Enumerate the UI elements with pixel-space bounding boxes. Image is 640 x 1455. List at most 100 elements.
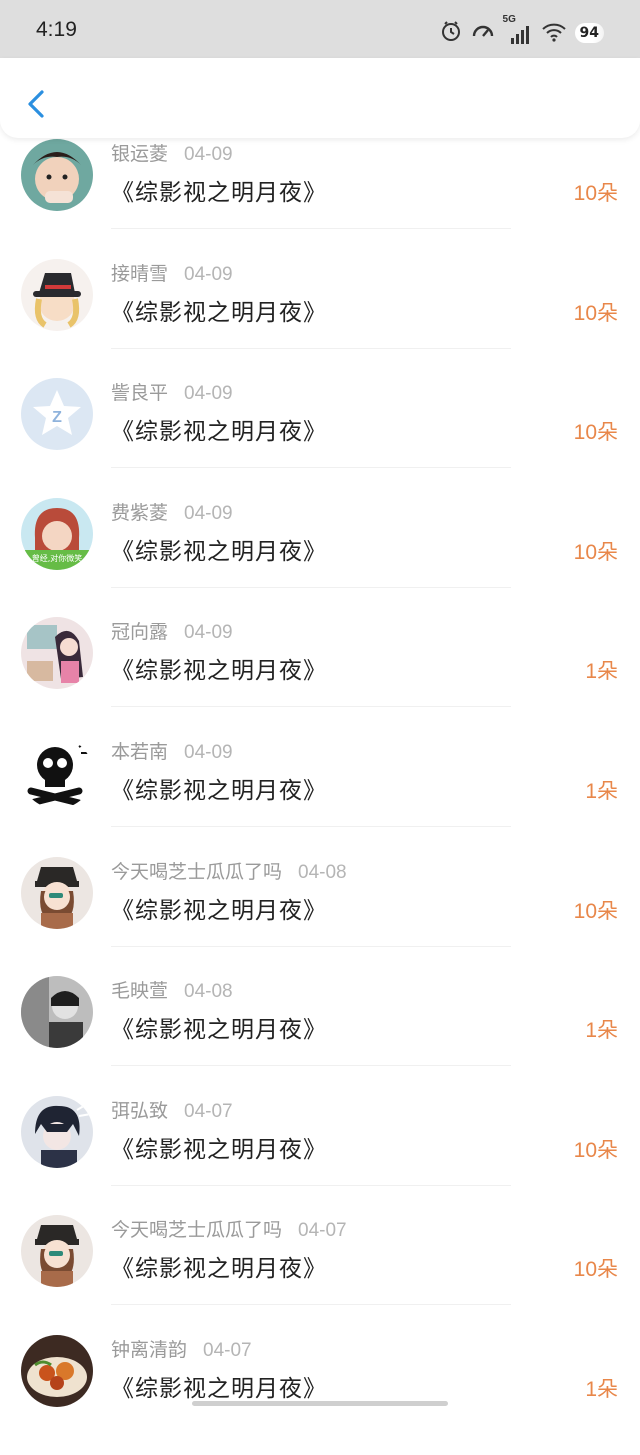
book-title[interactable]: 《综影视之明月夜》 xyxy=(111,1249,327,1283)
back-button[interactable] xyxy=(22,84,52,124)
reward-date: 04-07 xyxy=(203,1339,252,1361)
sender-name[interactable]: 今天喝芝士瓜瓜了吗 xyxy=(111,861,282,883)
divider xyxy=(111,467,511,469)
flower-amount: 1朵 xyxy=(585,1377,618,1401)
sender-name[interactable]: 银运菱 xyxy=(111,143,168,165)
home-indicator[interactable] xyxy=(192,1401,448,1406)
avatar[interactable] xyxy=(21,617,93,690)
book-title[interactable]: 《综影视之明月夜》 xyxy=(111,651,327,685)
reward-date: 04-09 xyxy=(184,263,233,285)
sender-line: 本若南 04-09 xyxy=(111,737,233,764)
list-item[interactable]: 今天喝芝士瓜瓜了吗 04-08 《综影视之明月夜》 10朵 xyxy=(0,856,640,977)
avatar[interactable] xyxy=(21,736,93,809)
flower-amount: 1朵 xyxy=(585,1019,618,1043)
divider xyxy=(111,945,511,947)
reward-date: 04-07 xyxy=(184,1100,233,1122)
flower-amount: 10朵 xyxy=(573,1258,618,1282)
list-item[interactable]: 银运菱 04-09 《综影视之明月夜》 10朵 xyxy=(0,139,640,259)
divider xyxy=(111,1184,511,1186)
network-label: 5G xyxy=(502,14,516,25)
reward-date: 04-09 xyxy=(184,144,233,165)
book-title[interactable]: 《综影视之明月夜》 xyxy=(111,1010,327,1044)
list-item[interactable]: 毛映萱 04-08 《综影视之明月夜》 1朵 xyxy=(0,976,640,1096)
avatar[interactable]: 曾经,对你微笑 xyxy=(21,497,93,570)
status-bar: 4:19 5G 94 xyxy=(0,0,640,58)
reward-date: 04-08 xyxy=(298,861,347,883)
divider xyxy=(111,1304,511,1306)
reward-date: 04-09 xyxy=(184,383,233,405)
avatar[interactable] xyxy=(21,258,93,331)
signal-icon: 5G xyxy=(503,14,533,46)
book-title[interactable]: 《综影视之明月夜》 xyxy=(111,1369,327,1403)
alarm-icon xyxy=(439,19,463,47)
avatar[interactable] xyxy=(21,1095,93,1168)
list-item[interactable]: Z 訾良平 04-09 《综影视之明月夜》 10朵 xyxy=(0,378,640,498)
flower-amount: 10朵 xyxy=(573,1138,618,1162)
list-item[interactable]: 钟离清韵 04-07 《综影视之明月夜》 1朵 xyxy=(0,1334,640,1455)
sender-name[interactable]: 接晴雪 xyxy=(111,263,168,285)
reward-list: 银运菱 04-09 《综影视之明月夜》 10朵 接晴雪 04-09 《综影视之明月夜》 10朵… xyxy=(0,139,640,1455)
avatar[interactable] xyxy=(21,139,93,211)
svg-text:Z: Z xyxy=(52,409,62,426)
book-title[interactable]: 《综影视之明月夜》 xyxy=(111,1130,327,1164)
speed-icon xyxy=(471,19,495,47)
flower-amount: 1朵 xyxy=(585,779,618,803)
divider xyxy=(111,228,511,229)
divider xyxy=(111,825,511,827)
sender-line: 钟离清韵 04-07 xyxy=(111,1335,252,1362)
divider xyxy=(111,1065,511,1067)
flower-amount: 10朵 xyxy=(573,899,618,923)
svg-text:曾经,对你微笑: 曾经,对你微笑 xyxy=(32,553,83,563)
reward-date: 04-08 xyxy=(184,981,233,1003)
status-time: 4:19 xyxy=(36,18,77,41)
reward-date: 04-09 xyxy=(184,741,233,763)
flower-amount: 10朵 xyxy=(573,182,618,205)
wifi-icon xyxy=(541,19,567,47)
avatar[interactable] xyxy=(21,856,93,929)
list-item[interactable]: 接晴雪 04-09 《综影视之明月夜》 10朵 xyxy=(0,258,640,379)
book-title[interactable]: 《综影视之明月夜》 xyxy=(111,412,327,446)
book-title[interactable]: 《综影视之明月夜》 xyxy=(111,891,327,925)
list-item[interactable]: 本若南 04-09 《综影视之明月夜》 1朵 xyxy=(0,736,640,857)
sender-line: 费紫菱 04-09 xyxy=(111,498,233,525)
sender-name[interactable]: 钟离清韵 xyxy=(111,1339,187,1361)
avatar[interactable] xyxy=(21,976,93,1049)
book-title[interactable]: 《综影视之明月夜》 xyxy=(111,532,327,566)
sender-name[interactable]: 弭弘致 xyxy=(111,1100,168,1122)
divider xyxy=(111,347,511,349)
sender-name[interactable]: 訾良平 xyxy=(111,382,168,404)
book-title[interactable]: 《综影视之明月夜》 xyxy=(111,771,327,805)
sender-line: 今天喝芝士瓜瓜了吗 04-07 xyxy=(111,1215,347,1242)
book-title[interactable]: 《综影视之明月夜》 xyxy=(111,293,327,327)
sender-line: 訾良平 04-09 xyxy=(111,378,233,405)
sender-line: 冠向露 04-09 xyxy=(111,617,233,644)
avatar[interactable]: Z xyxy=(21,378,93,451)
reward-date: 04-07 xyxy=(298,1220,347,1242)
list-item[interactable]: 今天喝芝士瓜瓜了吗 04-07 《综影视之明月夜》 10朵 xyxy=(0,1215,640,1335)
sender-line: 毛映萱 04-08 xyxy=(111,976,233,1003)
sender-name[interactable]: 冠向露 xyxy=(111,621,168,643)
list-item[interactable]: 弭弘致 04-07 《综影视之明月夜》 10朵 xyxy=(0,1095,640,1216)
list-item[interactable]: 冠向露 04-09 《综影视之明月夜》 1朵 xyxy=(0,617,640,737)
book-title[interactable]: 《综影视之明月夜》 xyxy=(111,173,327,207)
list-item[interactable]: 曾经,对你微笑 费紫菱 04-09 《综影视之明月夜》 10朵 xyxy=(0,497,640,618)
avatar[interactable] xyxy=(21,1215,93,1288)
sender-line: 银运菱 04-09 xyxy=(111,139,233,166)
reward-date: 04-09 xyxy=(184,622,233,644)
flower-amount: 10朵 xyxy=(573,421,618,445)
sender-name[interactable]: 毛映萱 xyxy=(111,980,168,1002)
top-header xyxy=(0,58,640,138)
avatar[interactable] xyxy=(21,1334,93,1407)
reward-date: 04-09 xyxy=(184,502,233,524)
sender-name[interactable]: 费紫菱 xyxy=(111,502,168,524)
sender-line: 弭弘致 04-07 xyxy=(111,1096,233,1123)
sender-line: 今天喝芝士瓜瓜了吗 04-08 xyxy=(111,857,347,884)
sender-name[interactable]: 今天喝芝士瓜瓜了吗 xyxy=(111,1219,282,1241)
battery-indicator: 94 xyxy=(574,23,604,43)
sender-name[interactable]: 本若南 xyxy=(111,741,168,763)
flower-amount: 1朵 xyxy=(585,660,618,684)
divider xyxy=(111,706,511,708)
status-icons: 5G 94 xyxy=(439,14,604,48)
chevron-left-icon xyxy=(28,90,44,118)
divider xyxy=(111,586,511,588)
